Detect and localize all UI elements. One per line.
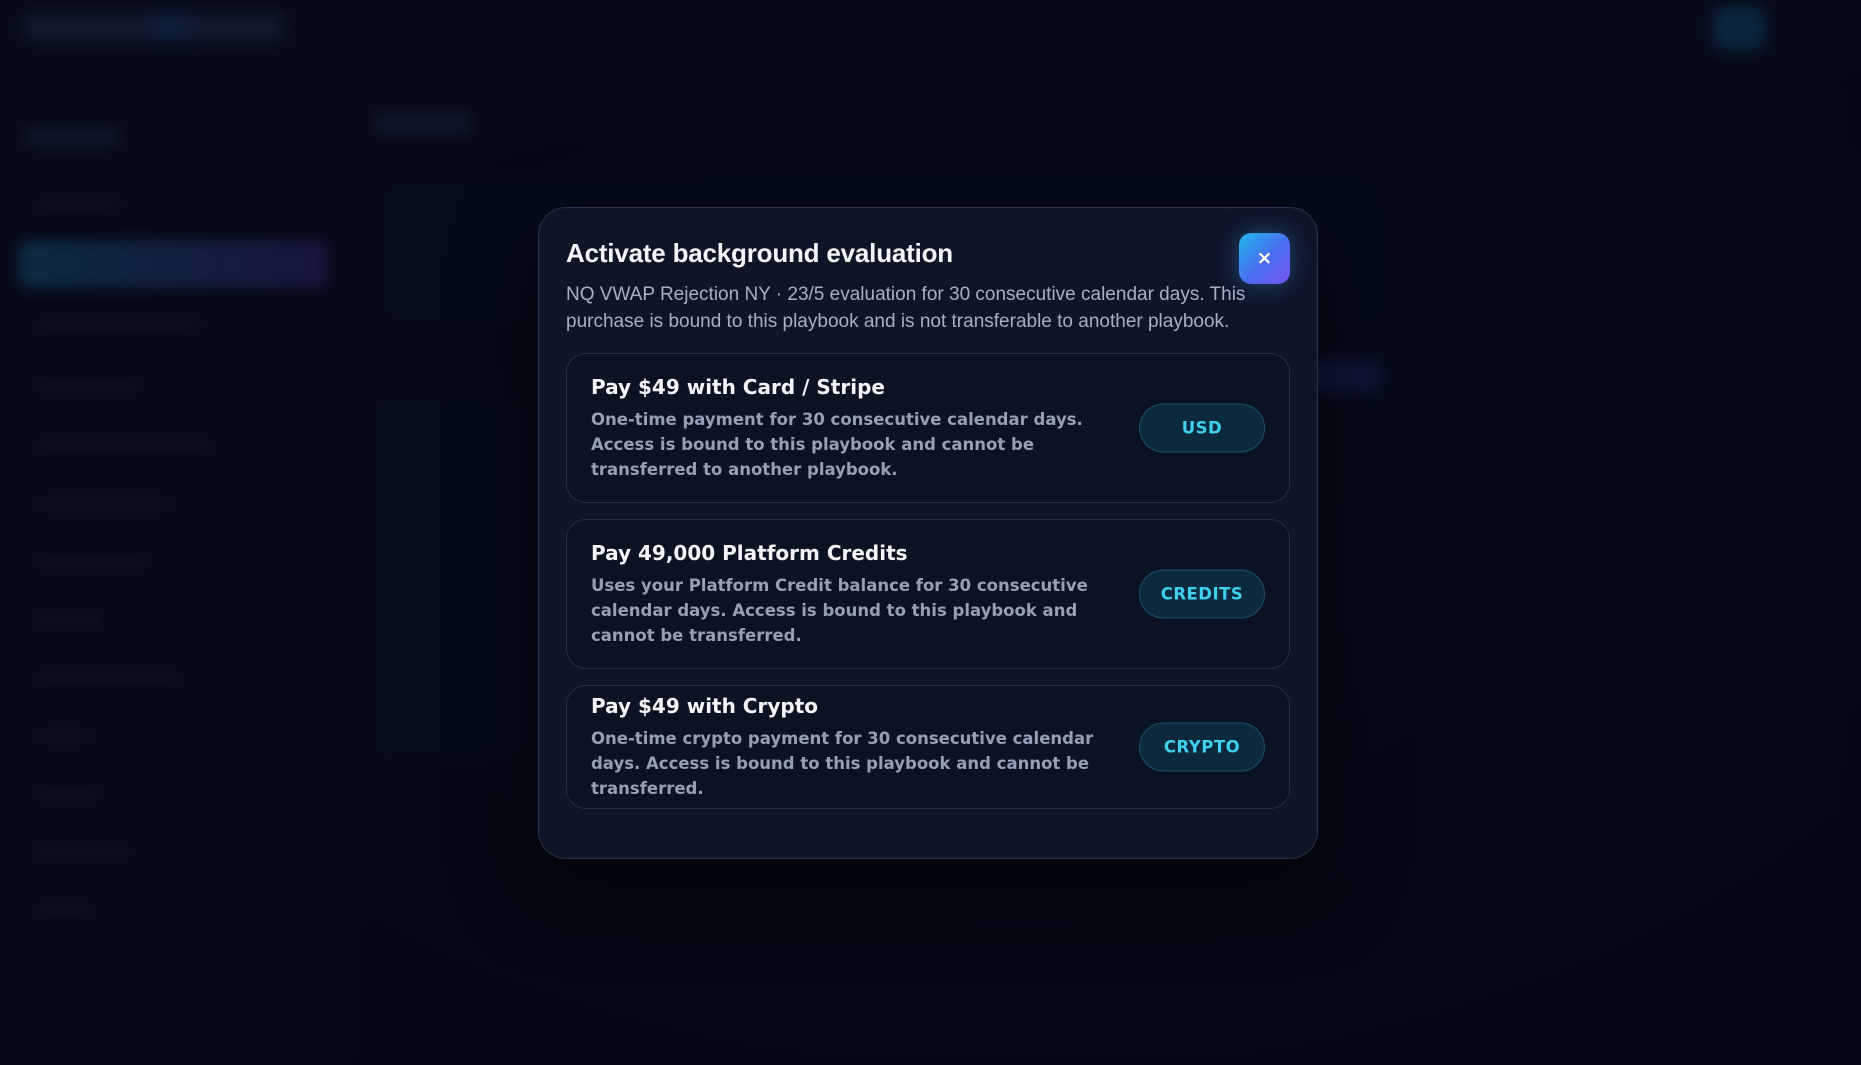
payment-option-title: Pay $49 with Crypto [591,693,819,718]
payment-option-text: Pay $49 with Card / Stripe One-time paym… [591,375,1121,482]
payment-option-text: Pay 49,000 Platform Credits Uses your Pl… [591,541,1121,648]
dialog-description: NQ VWAP Rejection NY · 23/5 evaluation f… [566,284,1246,333]
payment-option-card[interactable]: Pay $49 with Card / Stripe One-time paym… [566,353,1290,504]
payment-options: Pay $49 with Card / Stripe One-time paym… [566,353,1290,810]
dialog-title: Activate background evaluation [566,238,953,268]
payment-option-credits[interactable]: Pay 49,000 Platform Credits Uses your Pl… [566,519,1290,670]
payment-option-crypto[interactable]: Pay $49 with Crypto One-time crypto paym… [566,685,1290,810]
payment-option-description: One-time crypto payment for 30 consecuti… [591,728,1094,798]
payment-option-title: Pay $49 with Card / Stripe [591,374,885,399]
credits-button[interactable]: CREDITS [1139,569,1265,619]
close-button[interactable]: × [1239,233,1290,284]
payment-option-description: One-time payment for 30 consecutive cale… [591,409,1083,479]
usd-button[interactable]: USD [1139,403,1265,453]
activate-evaluation-dialog: Activate background evaluation NQ VWAP R… [538,207,1318,859]
crypto-button[interactable]: CRYPTO [1139,722,1265,772]
close-icon: × [1256,247,1273,269]
dialog-header: Activate background evaluation NQ VWAP R… [566,233,1290,335]
payment-option-description: Uses your Platform Credit balance for 30… [591,575,1088,645]
payment-option-title: Pay 49,000 Platform Credits [591,540,908,565]
payment-option-text: Pay $49 with Crypto One-time crypto paym… [591,694,1121,801]
